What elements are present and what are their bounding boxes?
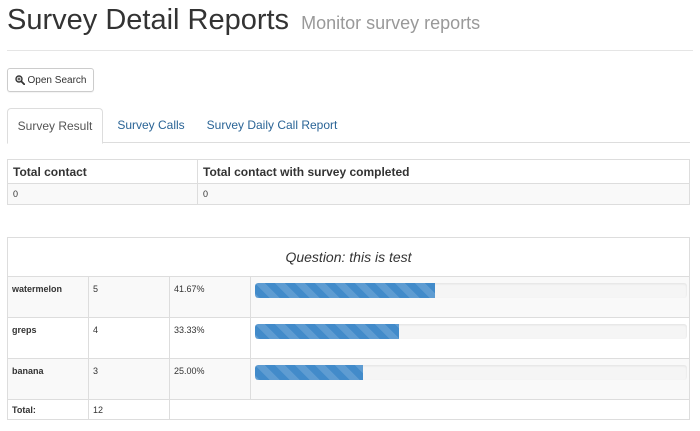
total-empty-cell (170, 400, 251, 419)
open-search-button[interactable]: Open Search (7, 68, 94, 92)
answer-bar-cell (251, 359, 689, 399)
total-row: Total: 12 (8, 400, 689, 419)
progress-bar (255, 283, 687, 298)
question-panel: Question: this is test watermelon 5 41.6… (7, 237, 690, 420)
answer-label: banana (8, 359, 89, 399)
answer-percent: 33.33% (170, 318, 251, 358)
summary-data-row: 0 0 (8, 184, 689, 204)
zoom-in-icon (14, 75, 25, 85)
tab-survey-calls[interactable]: Survey Calls (105, 108, 197, 143)
report-tabs: Survey Result Survey Calls Survey Daily … (7, 108, 690, 144)
summary-value-total-contact: 0 (8, 184, 198, 204)
total-value: 12 (89, 400, 170, 419)
tab-survey-daily-call-report[interactable]: Survey Daily Call Report (199, 108, 345, 143)
summary-header-row: Total contact Total contact with survey … (8, 160, 689, 184)
open-search-label: Open Search (27, 74, 87, 86)
answer-bar-cell (251, 277, 689, 317)
answer-percent: 25.00% (170, 359, 251, 399)
table-row: banana 3 25.00% (8, 359, 689, 400)
answer-label: watermelon (8, 277, 89, 317)
question-title: Question: this is test (8, 238, 689, 277)
summary-header-total-completed: Total contact with survey completed (203, 164, 410, 179)
tab-survey-result[interactable]: Survey Result (7, 108, 103, 144)
page: Survey Detail Reports Monitor survey rep… (0, 0, 700, 431)
progress-bar-fill (255, 365, 363, 380)
summary-value-total-completed: 0 (203, 189, 209, 199)
answer-bar-cell (251, 318, 689, 358)
answer-count: 3 (89, 359, 170, 399)
summary-table: Total contact Total contact with survey … (7, 159, 690, 205)
answer-count: 4 (89, 318, 170, 358)
answer-label: greps (8, 318, 89, 358)
summary-header-total-contact: Total contact (8, 160, 198, 183)
page-title-text: Survey Detail Reports (7, 4, 290, 36)
page-title: Survey Detail Reports Monitor survey rep… (7, 4, 480, 37)
table-row: watermelon 5 41.67% (8, 277, 689, 318)
progress-bar-fill (255, 283, 435, 298)
total-label: Total: (8, 400, 89, 419)
answer-percent: 41.67% (170, 277, 251, 317)
progress-bar-fill (255, 324, 399, 339)
answer-count: 5 (89, 277, 170, 317)
table-row: greps 4 33.33% (8, 318, 689, 359)
progress-bar (255, 365, 687, 380)
page-header: Survey Detail Reports Monitor survey rep… (7, 2, 693, 51)
page-subtitle: Monitor survey reports (301, 13, 481, 33)
progress-bar (255, 324, 687, 339)
